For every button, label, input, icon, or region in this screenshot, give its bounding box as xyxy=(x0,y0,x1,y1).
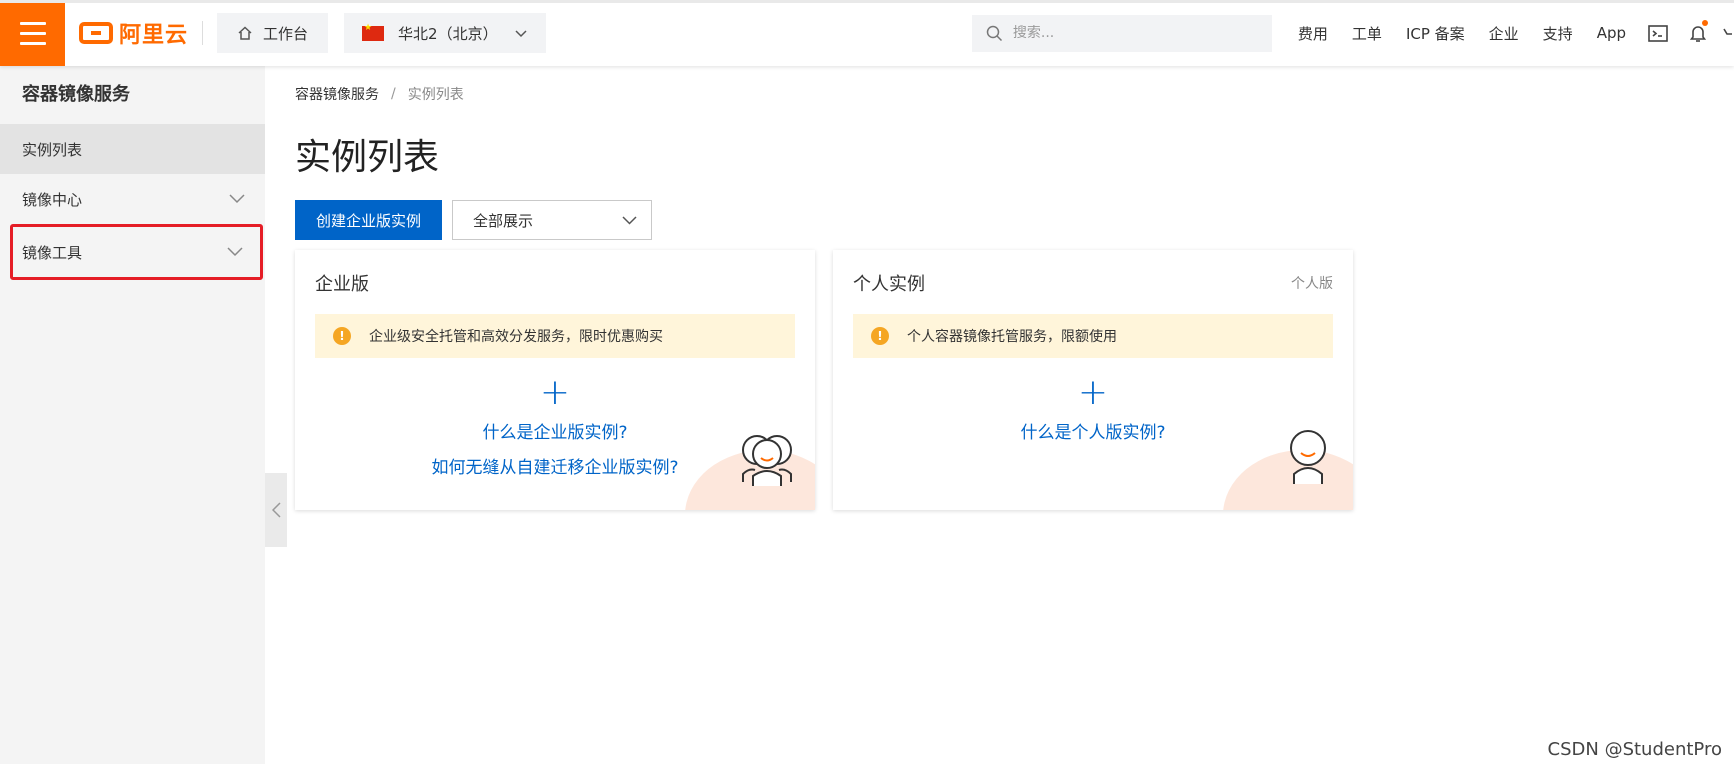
terminal-icon xyxy=(1648,24,1668,42)
sidebar-item-image-center[interactable]: 镜像中心 xyxy=(0,174,265,224)
card-tag: 个人版 xyxy=(1291,276,1333,292)
nav-support[interactable]: 支持 xyxy=(1531,23,1585,44)
search-input[interactable] xyxy=(1012,25,1253,41)
chevron-down-icon xyxy=(515,30,527,38)
region-label: 华北2（北京） xyxy=(398,24,498,43)
main-content: 容器镜像服务 / 实例列表 实例列表 创建企业版实例 全部展示 企业版 ! 企业… xyxy=(295,66,1715,764)
workbench-button[interactable]: 工作台 xyxy=(217,13,329,53)
sidebar-item-label: 镜像中心 xyxy=(22,190,83,209)
workbench-label: 工作台 xyxy=(263,24,309,43)
header-nav: 费用 工单 ICP 备案 企业 支持 App xyxy=(1286,19,1734,44)
aliyun-logo[interactable]: 阿里云 xyxy=(79,18,188,48)
menu-line-icon xyxy=(19,41,46,45)
bell-icon xyxy=(1689,25,1707,42)
aliyun-logo-icon xyxy=(79,22,113,44)
notifications-button[interactable] xyxy=(1678,19,1718,43)
breadcrumb-current: 实例列表 xyxy=(407,87,464,103)
china-flag-icon xyxy=(362,23,385,41)
sidebar-item-label: 实例列表 xyxy=(22,140,83,159)
menu-line-icon xyxy=(19,31,46,35)
nav-tickets[interactable]: 工单 xyxy=(1340,23,1394,44)
sidebar: 容器镜像服务 实例列表 镜像中心 镜像工具 xyxy=(0,66,265,764)
home-icon xyxy=(238,26,252,40)
breadcrumb-root-link[interactable]: 容器镜像服务 xyxy=(295,84,379,104)
warning-icon: ! xyxy=(333,327,351,345)
instance-cards: 企业版 ! 企业级安全托管和高效分发服务，限时优惠购买 + 什么是企业版实例? … xyxy=(295,250,1715,510)
menu-line-icon xyxy=(19,21,46,25)
card-body: + 什么是个人版实例? xyxy=(833,375,1353,444)
sidebar-collapse-handle[interactable] xyxy=(265,473,287,547)
team-avatar-icon xyxy=(742,435,792,486)
create-enterprise-instance-button[interactable]: 创建企业版实例 xyxy=(295,200,443,240)
chevron-down-icon xyxy=(622,215,637,225)
add-instance-plus-icon[interactable]: + xyxy=(1078,375,1108,411)
sidebar-item-label: 镜像工具 xyxy=(22,243,83,262)
notification-dot xyxy=(1702,19,1708,26)
nav-icp[interactable]: ICP 备案 xyxy=(1394,23,1477,44)
card-notice: ! 企业级安全托管和高效分发服务，限时优惠购买 xyxy=(315,314,795,358)
notice-text: 个人容器镜像托管服务，限额使用 xyxy=(907,329,1117,345)
chevron-down-icon xyxy=(229,194,245,204)
breadcrumb-separator: / xyxy=(391,86,396,102)
search-box[interactable] xyxy=(971,14,1272,52)
cart-icon[interactable] xyxy=(1722,24,1734,42)
personal-edition-card: 个人实例 个人版 ! 个人容器镜像托管服务，限额使用 + 什么是个人版实例? xyxy=(833,250,1353,510)
card-header: 个人实例 个人版 xyxy=(833,250,1353,296)
breadcrumb: 容器镜像服务 / 实例列表 xyxy=(295,84,1715,104)
filter-select[interactable]: 全部展示 xyxy=(452,200,653,240)
what-is-personal-link[interactable]: 什么是个人版实例? xyxy=(833,418,1353,443)
region-selector[interactable]: 华北2（北京） xyxy=(344,13,546,53)
card-notice: ! 个人容器镜像托管服务，限额使用 xyxy=(853,314,1333,358)
nav-billing[interactable]: 费用 xyxy=(1286,23,1340,44)
user-avatar-icon xyxy=(1290,430,1326,484)
action-bar: 创建企业版实例 全部展示 xyxy=(295,200,1715,240)
nav-app[interactable]: App xyxy=(1585,24,1638,42)
logo-text: 阿里云 xyxy=(119,23,189,48)
page-title: 实例列表 xyxy=(295,137,440,178)
enterprise-edition-card: 企业版 ! 企业级安全托管和高效分发服务，限时优惠购买 + 什么是企业版实例? … xyxy=(295,250,815,510)
add-instance-plus-icon[interactable]: + xyxy=(540,375,570,411)
top-bar: 阿里云 工作台 华北2（北京） 费用 工单 ICP 备案 企业 支持 App xyxy=(0,0,1734,66)
sidebar-title: 容器镜像服务 xyxy=(22,84,130,105)
search-icon xyxy=(986,25,1002,41)
sidebar-item-instance-list[interactable]: 实例列表 xyxy=(0,124,265,174)
nav-enterprise[interactable]: 企业 xyxy=(1477,23,1531,44)
watermark: CSDN @StudentPro xyxy=(1547,739,1722,760)
terminal-button[interactable] xyxy=(1638,24,1678,42)
chevron-left-icon xyxy=(271,502,281,518)
filter-select-value: 全部展示 xyxy=(473,211,534,230)
card-title: 个人实例 xyxy=(853,274,925,295)
logo-divider xyxy=(202,21,204,45)
card-title: 企业版 xyxy=(315,274,369,295)
notice-text: 企业级安全托管和高效分发服务，限时优惠购买 xyxy=(369,329,663,345)
chevron-down-icon xyxy=(227,247,243,257)
sidebar-item-image-tools[interactable]: 镜像工具 xyxy=(10,224,263,280)
hamburger-menu-button[interactable] xyxy=(0,0,65,66)
warning-icon: ! xyxy=(871,327,889,345)
card-header: 企业版 xyxy=(295,250,815,296)
